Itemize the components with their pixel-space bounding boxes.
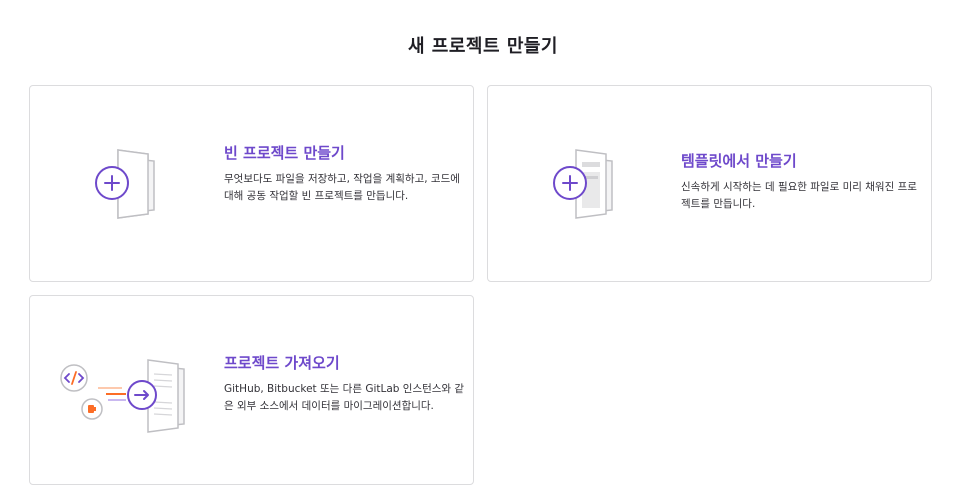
- blank-project-card[interactable]: 빈 프로젝트 만들기 무엇보다도 파일을 저장하고, 작업을 계획하고, 코드에…: [29, 85, 474, 282]
- card-description: 신속하게 시작하는 데 필요한 파일로 미리 채워진 프로젝트를 만듭니다.: [681, 181, 917, 210]
- template-project-card[interactable]: 템플릿에서 만들기 신속하게 시작하는 데 필요한 파일로 미리 채워진 프로젝…: [487, 85, 932, 282]
- card-title[interactable]: 프로젝트 가져오기: [224, 352, 469, 373]
- card-description: 무엇보다도 파일을 저장하고, 작업을 계획하고, 코드에 대해 공동 작업할 …: [224, 173, 460, 202]
- card-title[interactable]: 템플릿에서 만들기: [681, 150, 926, 171]
- import-project-card[interactable]: 프로젝트 가져오기 GitHub, Bitbucket 또는 다른 GitLab…: [29, 295, 474, 485]
- import-project-illustration: [50, 356, 190, 436]
- code-icon: [60, 364, 88, 392]
- template-project-illustration: [546, 144, 618, 222]
- blank-project-illustration: [88, 144, 160, 222]
- page-title: 새 프로젝트 만들기: [407, 36, 558, 57]
- card-title[interactable]: 빈 프로젝트 만들기: [224, 142, 469, 163]
- card-description: GitHub, Bitbucket 또는 다른 GitLab 인스턴스와 같은 …: [224, 383, 465, 412]
- plus-icon: [95, 166, 129, 200]
- arrow-right-icon: [127, 380, 157, 410]
- source-icon: [81, 398, 103, 420]
- plus-icon: [553, 166, 587, 200]
